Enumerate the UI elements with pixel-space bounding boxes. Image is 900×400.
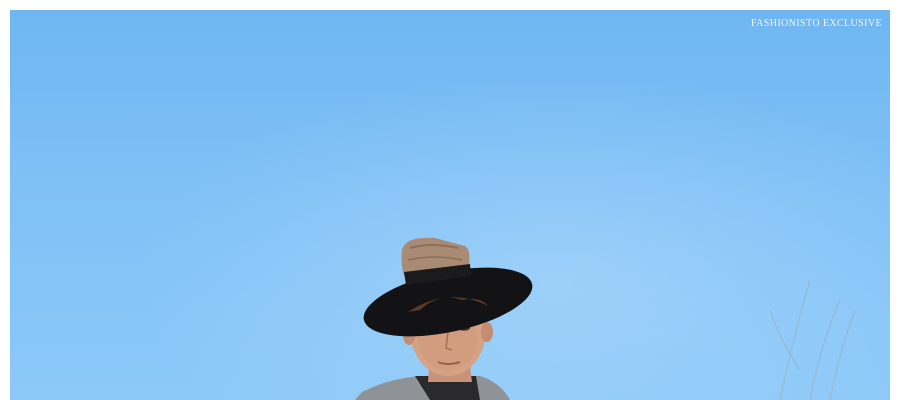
- fashion-photo: FASHIONISTO EXCLUSIVE: [10, 10, 890, 400]
- model-figure: [355, 237, 533, 400]
- page-frame: FASHIONISTO EXCLUSIVE: [0, 0, 900, 400]
- watermark-text: FASHIONISTO EXCLUSIVE: [750, 18, 882, 29]
